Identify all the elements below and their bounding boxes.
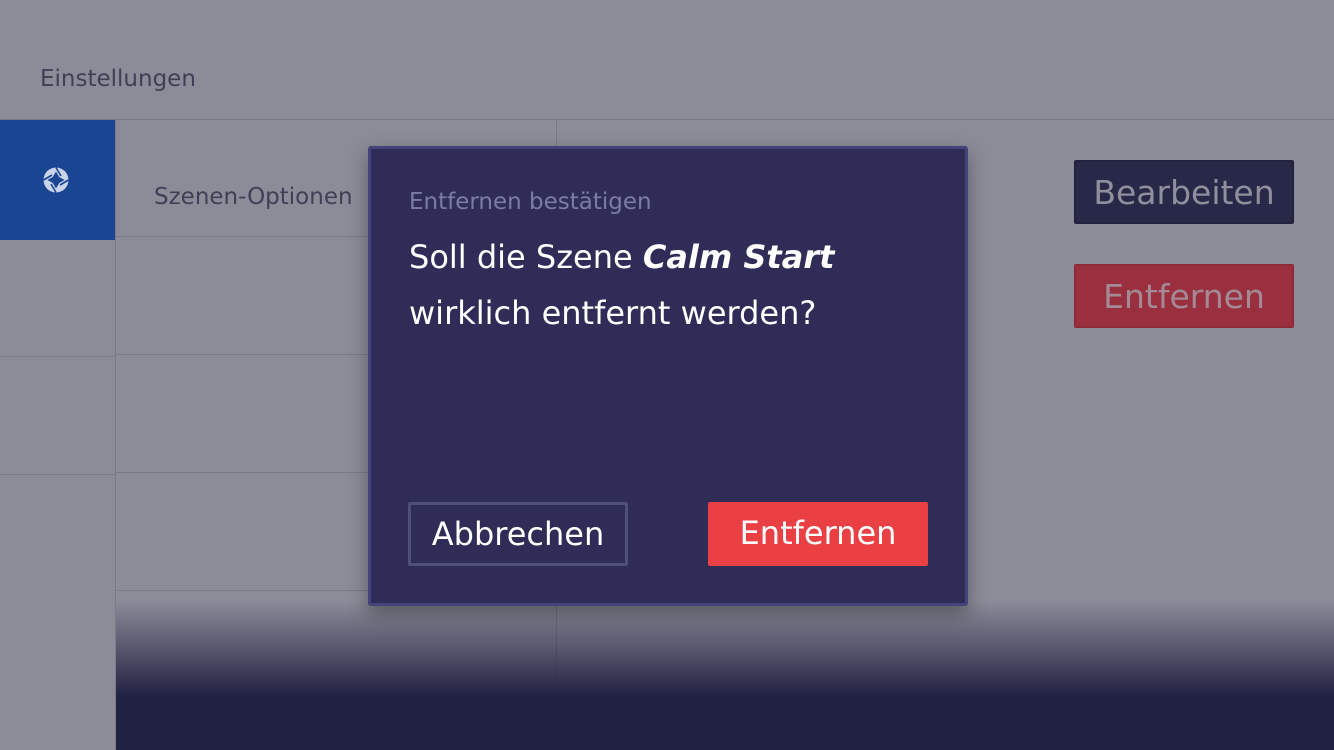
dialog-message-suffix: wirklich entfernt werden? — [409, 294, 817, 332]
list-item-scene-options[interactable]: Szenen-Optionen — [154, 184, 353, 210]
page-title: Einstellungen — [40, 66, 196, 92]
edit-button[interactable]: Bearbeiten — [1074, 160, 1294, 224]
sidebar-item-scenes[interactable] — [0, 120, 116, 240]
sidebar — [0, 120, 116, 750]
cancel-button[interactable]: Abbrechen — [408, 502, 628, 566]
bottom-fade — [116, 600, 1334, 750]
dialog-message: Soll die Szene Calm Start wirklich entfer… — [409, 229, 929, 341]
sidebar-divider — [0, 474, 116, 475]
sidebar-divider — [0, 356, 116, 357]
settings-screen: Einstellungen Szenen-Optionen Bearbeiten… — [0, 0, 1334, 750]
dialog-caption: Entfernen bestätigen — [409, 189, 652, 215]
dialog-message-prefix: Soll die Szene — [409, 238, 643, 276]
scene-name: Calm Start — [642, 238, 835, 276]
confirm-remove-dialog: Entfernen bestätigen Soll die Szene Calm… — [368, 146, 968, 606]
confirm-remove-button[interactable]: Entfernen — [708, 502, 928, 566]
top-bar: Einstellungen — [0, 0, 1334, 120]
aperture-icon — [43, 167, 69, 193]
remove-button[interactable]: Entfernen — [1074, 264, 1294, 328]
